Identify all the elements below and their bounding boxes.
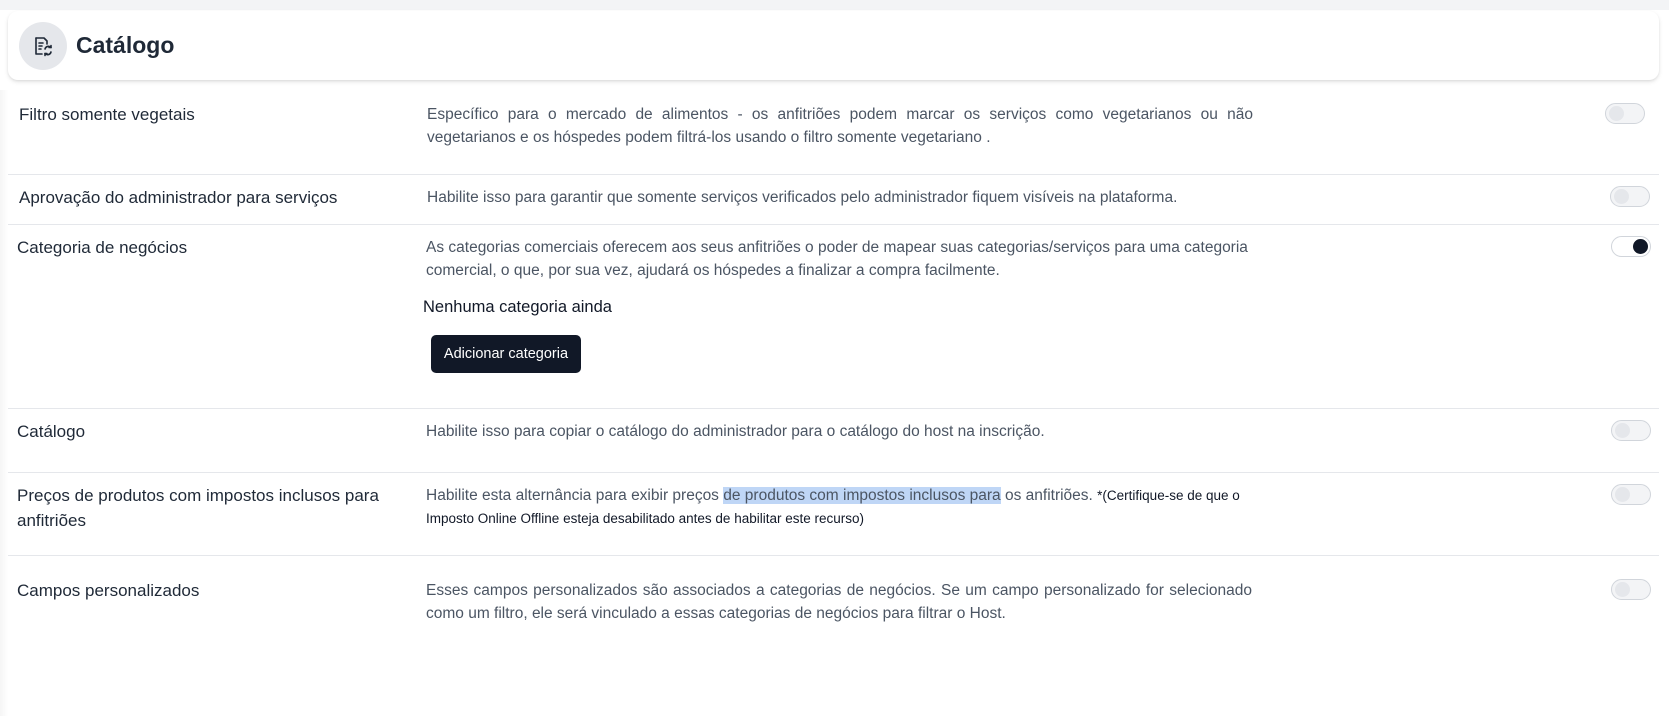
setting-label: Preços de produtos com impostos inclusos… — [17, 486, 379, 530]
business-category-toggle[interactable] — [1611, 236, 1651, 257]
veg-filter-toggle[interactable] — [1605, 103, 1645, 124]
setting-description: Habilite isso para copiar o catálogo do … — [426, 423, 1045, 440]
catalog-copy-toggle[interactable] — [1611, 420, 1651, 441]
tax-inclusive-toggle[interactable] — [1611, 484, 1651, 505]
setting-description: As categorias comerciais oferecem aos se… — [426, 239, 1248, 279]
selected-text: de produtos com impostos inclusos para — [723, 487, 1001, 504]
setting-label: Filtro somente vegetais — [19, 105, 195, 124]
custom-fields-toggle[interactable] — [1611, 579, 1651, 600]
setting-label: Aprovação do administrador para serviços — [19, 188, 338, 207]
no-category-text: Nenhuma categoria ainda — [423, 298, 612, 316]
page-title: Catálogo — [76, 32, 175, 58]
setting-description: Habilite esta alternância para exibir pr… — [426, 484, 1252, 530]
setting-label: Catálogo — [17, 422, 86, 441]
setting-row-tax-inclusive-prices: Preços de produtos com impostos inclusos… — [8, 473, 1659, 556]
left-edge-shadow — [0, 90, 8, 716]
setting-description: Habilite isso para garantir que somente … — [427, 189, 1178, 206]
page-header: Catálogo — [8, 11, 1659, 80]
setting-description: Específico para o mercado de alimentos -… — [427, 106, 1253, 146]
top-strip — [0, 0, 1669, 10]
admin-approval-toggle[interactable] — [1610, 186, 1650, 207]
description-text: os anfitriões. — [1000, 487, 1098, 504]
setting-row-business-category: Categoria de negócios As categorias come… — [8, 225, 1659, 409]
setting-label: Campos personalizados — [17, 581, 200, 600]
catalog-refresh-icon — [19, 21, 67, 70]
setting-row-catalog-copy: Catálogo Habilite isso para copiar o cat… — [8, 409, 1659, 473]
setting-description: Esses campos personalizados são associad… — [426, 582, 1252, 622]
setting-row-custom-fields: Campos personalizados Esses campos perso… — [8, 568, 1659, 648]
description-text: Habilite esta alternância para exibir pr… — [426, 487, 724, 504]
setting-label: Categoria de negócios — [17, 238, 188, 257]
page: Catálogo Filtro somente vegetais Específ… — [0, 0, 1669, 716]
setting-row-admin-approval: Aprovação do administrador para serviços… — [8, 175, 1659, 225]
add-category-button[interactable]: Adicionar categoria — [431, 335, 581, 373]
setting-row-veg-filter: Filtro somente vegetais Específico para … — [8, 92, 1659, 175]
